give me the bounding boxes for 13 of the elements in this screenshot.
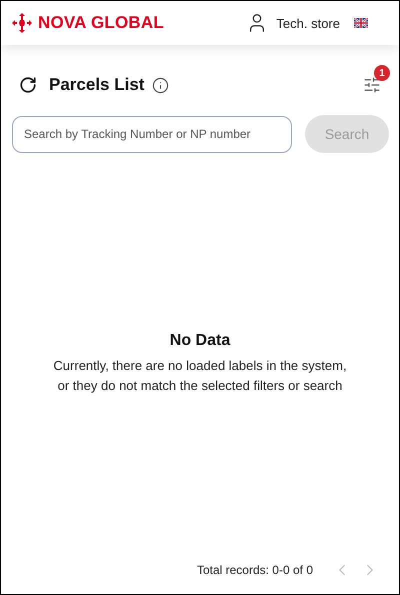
total-records: Total records: 0-0 of 0 bbox=[196, 563, 313, 577]
uk-flag-icon[interactable] bbox=[354, 18, 368, 28]
refresh-icon[interactable] bbox=[19, 76, 37, 94]
user-name: Tech. store bbox=[276, 16, 340, 30]
page-title: Parcels List bbox=[49, 75, 144, 95]
empty-message: Currently, there are no loaded labels in the system, bbox=[53, 356, 347, 375]
info-icon[interactable] bbox=[152, 76, 170, 94]
empty-message: or they do not match the selected filters or search bbox=[58, 376, 342, 395]
filter-icon[interactable] bbox=[363, 76, 381, 94]
filter-count-badge: 1 bbox=[374, 65, 390, 81]
empty-title: No Data bbox=[170, 332, 230, 350]
brand-name: NOVA GLOBAL bbox=[38, 13, 164, 33]
logo-icon bbox=[12, 13, 32, 33]
